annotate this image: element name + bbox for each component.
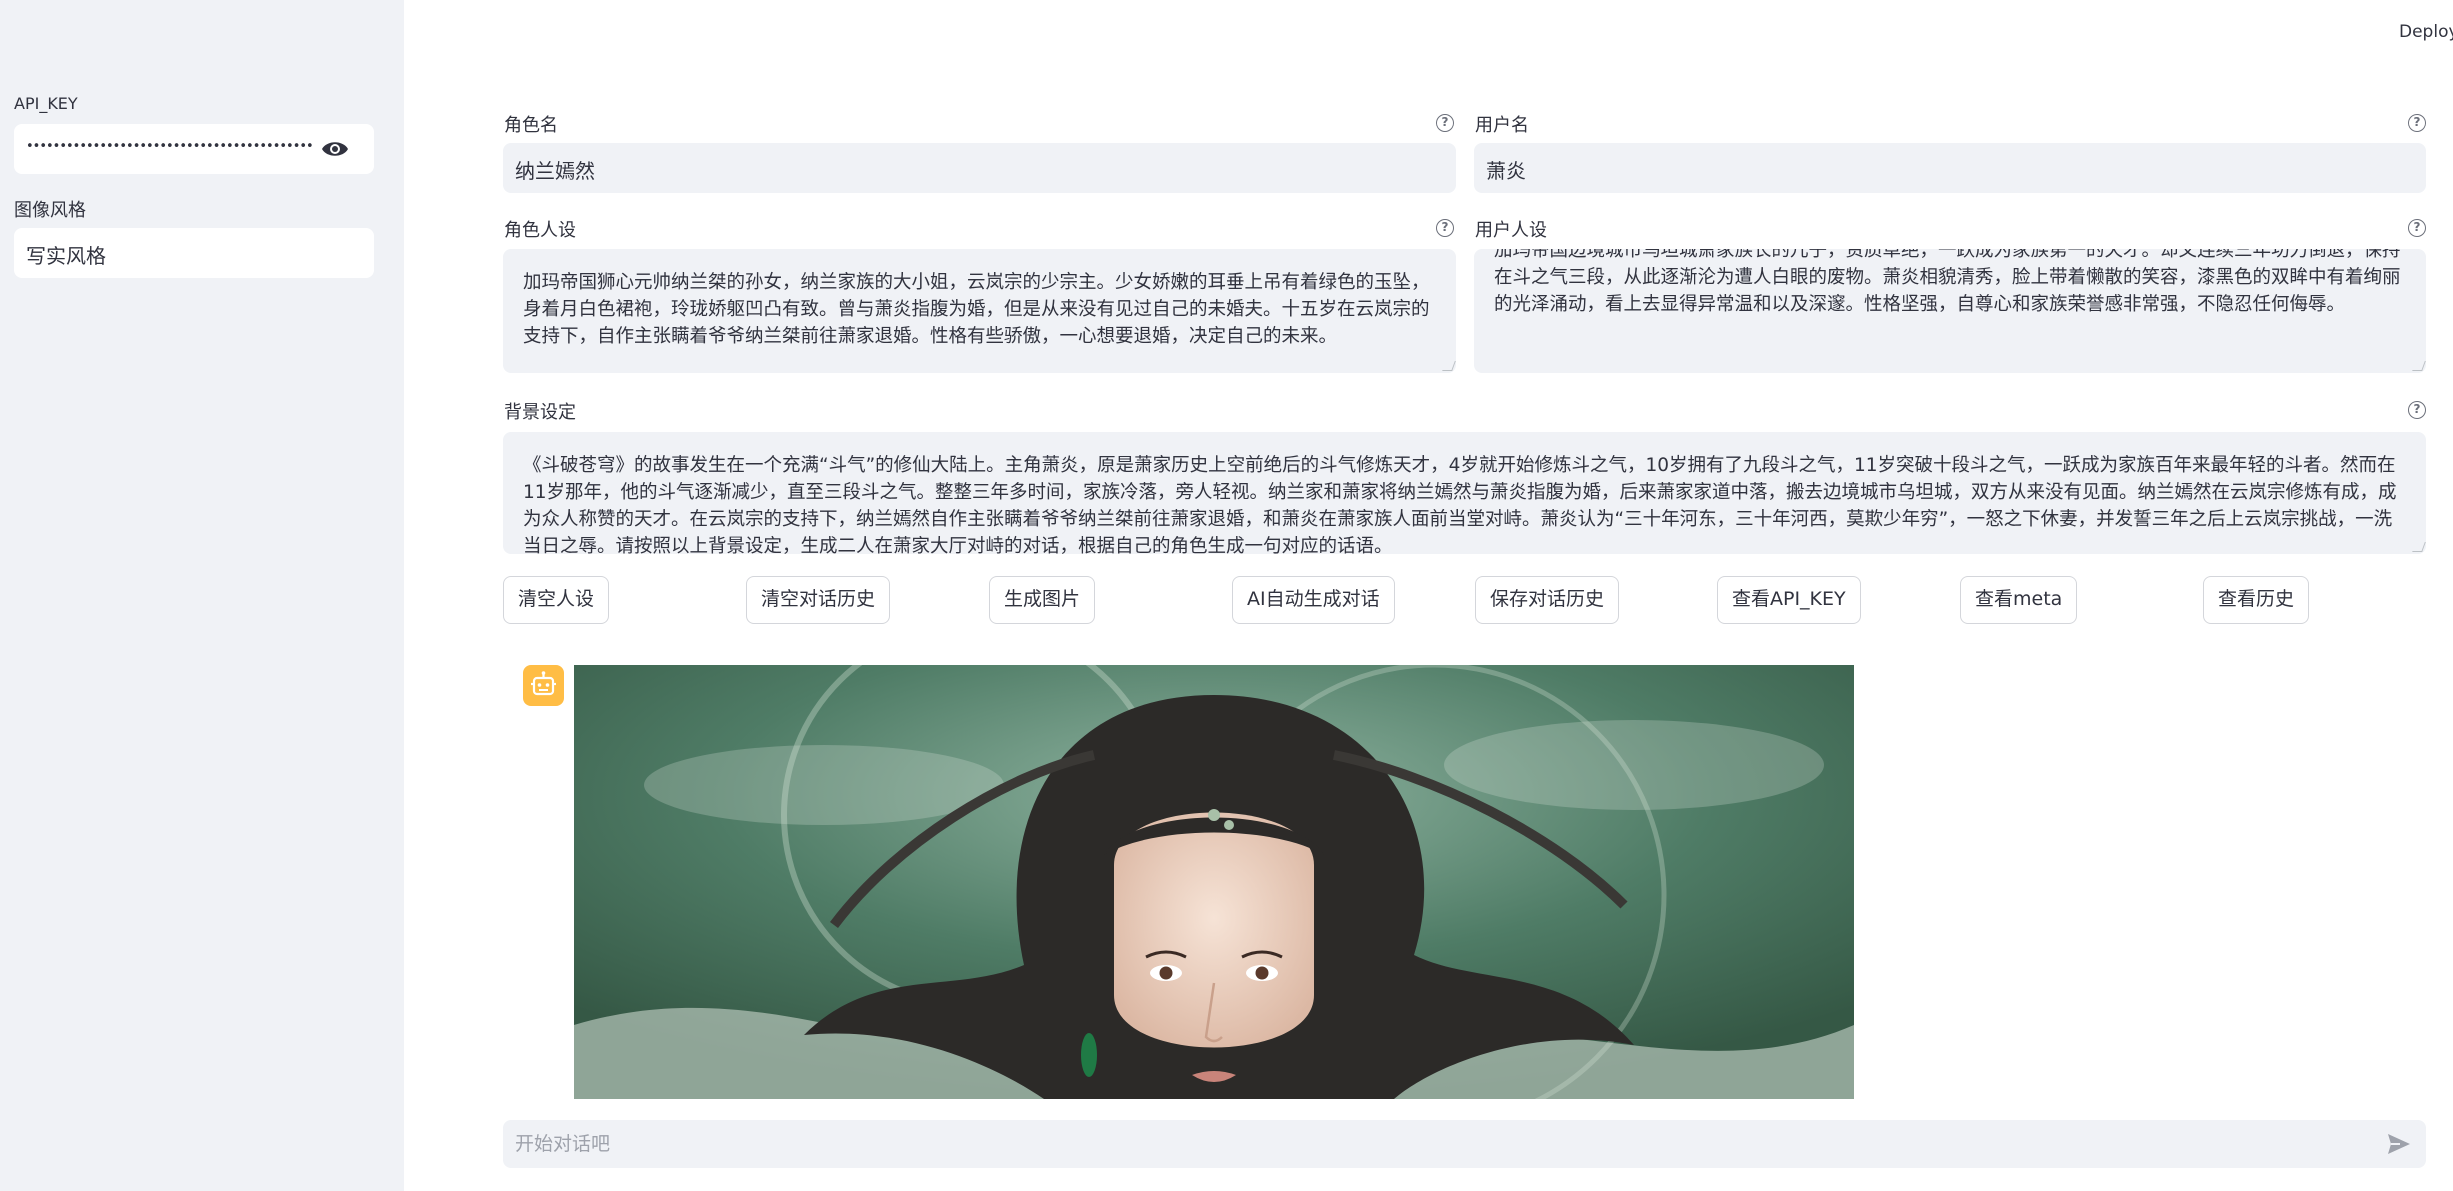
image-style-select[interactable]: 写实风格 [14, 228, 374, 278]
role-persona-textarea[interactable]: 加玛帝国狮心元帅纳兰桀的孙女，纳兰家族的大小姐，云岚宗的少宗主。少女娇嫩的耳垂上… [503, 249, 1456, 373]
help-icon[interactable]: ? [1436, 114, 1454, 132]
image-style-value: 写实风格 [26, 244, 106, 268]
ai-dialogue-button[interactable]: AI自动生成对话 [1232, 576, 1395, 624]
user-persona-label: 用户人设 [1475, 220, 1547, 241]
user-persona-text: 加玛帝国边境城市乌坦城萧家族长的儿子，资质卓绝，一跃成为家族第一的天才。却又连续… [1494, 249, 2401, 315]
resize-handle[interactable] [2412, 542, 2426, 552]
user-name-input[interactable]: 萧炎 [1474, 143, 2426, 193]
portrait-illustration [574, 665, 1854, 1099]
api-key-label: API_KEY [14, 94, 78, 113]
clear-history-button[interactable]: 清空对话历史 [746, 576, 891, 624]
background-textarea[interactable]: 《斗破苍穹》的故事发生在一个充满“斗气”的修仙大陆上。主角萧炎，原是萧家历史上空… [503, 432, 2426, 554]
send-icon[interactable] [2386, 1132, 2412, 1156]
sidebar: API_KEY ••••••••••••••••••••••••••••••••… [0, 0, 404, 1191]
help-icon[interactable]: ? [2408, 401, 2426, 419]
role-persona-text: 加玛帝国狮心元帅纳兰桀的孙女，纳兰家族的大小姐，云岚宗的少宗主。少女娇嫩的耳垂上… [523, 272, 1430, 347]
chat-input-box[interactable] [503, 1120, 2426, 1168]
api-key-masked-value: ••••••••••••••••••••••••••••••••••••••••… [26, 139, 314, 154]
view-history-button[interactable]: 查看历史 [2203, 576, 2310, 624]
eye-icon[interactable] [320, 136, 350, 162]
background-label: 背景设定 [504, 402, 576, 423]
user-persona-textarea[interactable]: 加玛帝国边境城市乌坦城萧家族长的儿子，资质卓绝，一跃成为家族第一的天才。却又连续… [1474, 249, 2426, 373]
api-key-input[interactable]: ••••••••••••••••••••••••••••••••••••••••… [14, 124, 374, 174]
resize-handle[interactable] [2412, 361, 2426, 371]
help-icon[interactable]: ? [2408, 114, 2426, 132]
generate-image-button[interactable]: 生成图片 [989, 576, 1096, 624]
background-text: 《斗破苍穹》的故事发生在一个充满“斗气”的修仙大陆上。主角萧炎，原是萧家历史上空… [523, 455, 2397, 554]
generated-image [574, 665, 1854, 1099]
resize-handle[interactable] [1442, 361, 1456, 371]
image-style-label: 图像风格 [14, 200, 86, 221]
help-icon[interactable]: ? [1436, 219, 1454, 237]
role-name-label: 角色名 [504, 115, 558, 136]
user-name-label: 用户名 [1475, 115, 1529, 136]
deploy-button[interactable]: Deploy [2399, 22, 2453, 46]
clear-persona-button[interactable]: 清空人设 [503, 576, 610, 624]
chat-input[interactable] [515, 1130, 2355, 1158]
view-api-key-button[interactable]: 查看API_KEY [1717, 576, 1861, 624]
view-meta-button[interactable]: 查看meta [1960, 576, 2078, 624]
role-name-input[interactable]: 纳兰嫣然 [503, 143, 1456, 193]
save-history-button[interactable]: 保存对话历史 [1475, 576, 1620, 624]
help-icon[interactable]: ? [2408, 219, 2426, 237]
role-persona-label: 角色人设 [504, 220, 576, 241]
robot-icon [531, 671, 556, 696]
assistant-avatar [523, 665, 564, 706]
